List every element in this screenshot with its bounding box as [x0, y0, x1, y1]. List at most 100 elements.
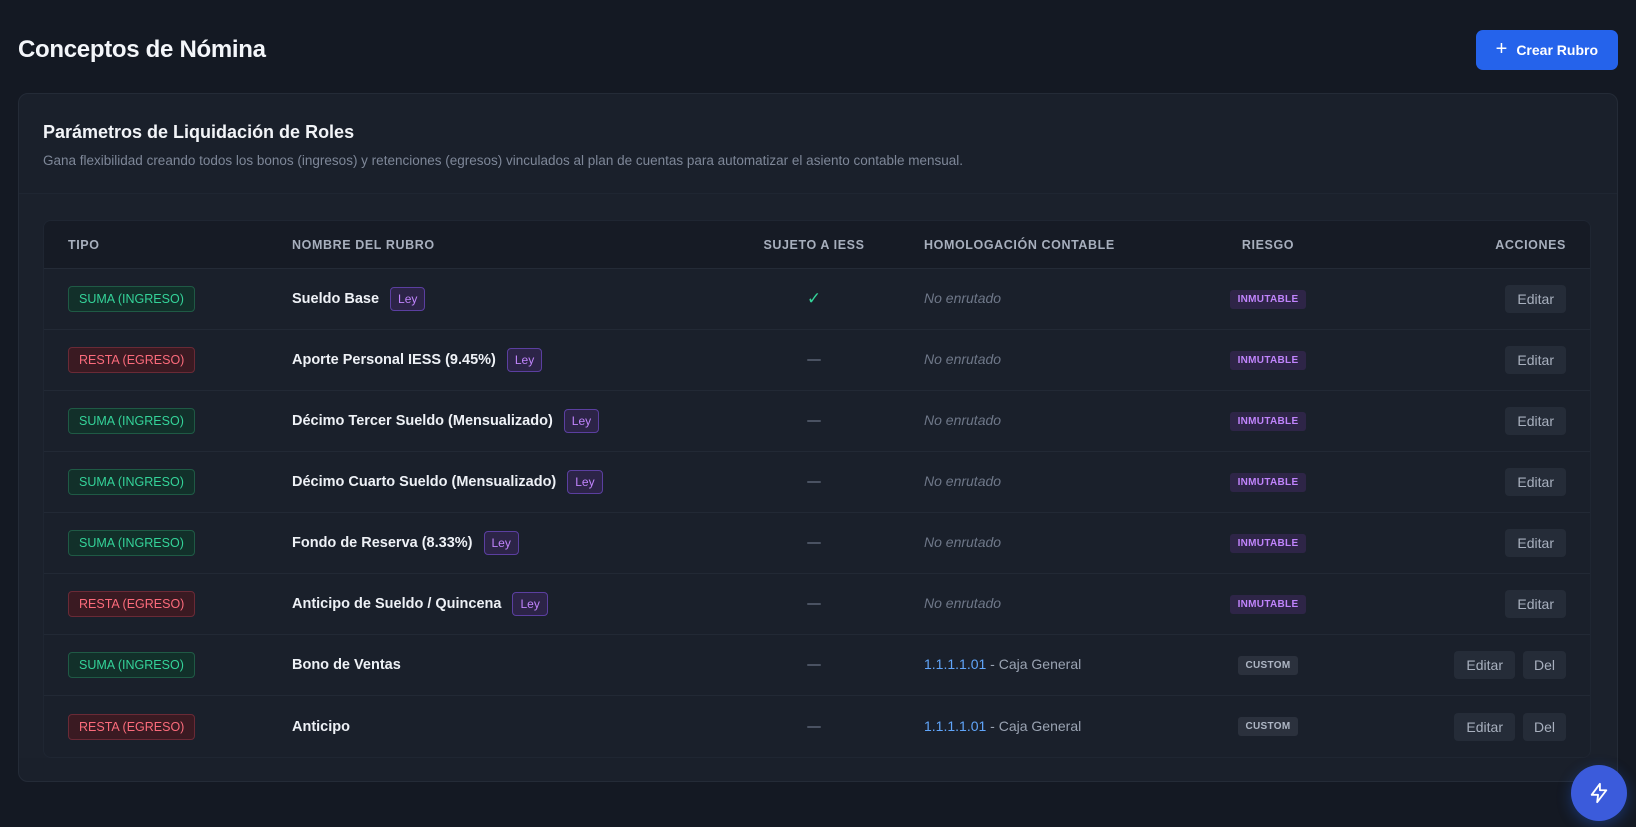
acciones-cell: Editar Del [1338, 712, 1590, 741]
riesgo-cell: INMUTABLE [1198, 350, 1338, 370]
ley-badge: Ley [567, 470, 603, 494]
plus-icon: + [1495, 38, 1508, 60]
card-header: Parámetros de Liquidación de Roles Gana … [19, 94, 1617, 194]
homologacion-cell: No enrutado [884, 290, 1198, 308]
page-header: Conceptos de Nómina + Crear Rubro [18, 29, 1618, 71]
edit-button[interactable]: Editar [1505, 285, 1566, 313]
ley-badge: Ley [512, 592, 548, 616]
lightning-icon [1590, 782, 1608, 804]
iess-cell [744, 359, 884, 361]
dash-icon [807, 725, 821, 728]
edit-button[interactable]: Editar [1454, 651, 1515, 679]
homologacion-cell: No enrutado [884, 595, 1198, 613]
col-acciones: ACCIONES [1495, 237, 1566, 252]
ley-badge: Ley [506, 348, 543, 372]
type-badge: SUMA (INGRESO) [68, 652, 195, 678]
riesgo-cell: CUSTOM [1198, 717, 1338, 736]
delete-button[interactable]: Del [1522, 651, 1566, 679]
account-name: - Caja General [986, 656, 1082, 672]
edit-button[interactable]: Editar [1505, 590, 1566, 618]
rubro-name: Décimo Tercer Sueldo (Mensualizado) [292, 413, 553, 429]
dash-icon [807, 481, 821, 483]
acciones-cell: Editar [1338, 529, 1590, 557]
col-homologacion: HOMOLOGACIÓN CONTABLE [924, 237, 1115, 252]
tipo-cell: RESTA (EGRESO) [44, 713, 292, 740]
table-row: SUMA (INGRESO) Décimo Tercer Sueldo (Mens… [44, 391, 1590, 452]
riesgo-cell: INMUTABLE [1198, 594, 1338, 614]
rubro-name: Anticipo de Sueldo / Quincena [292, 596, 502, 612]
edit-button[interactable]: Editar [1505, 529, 1566, 557]
not-routed-text: No enrutado [924, 412, 1002, 428]
tipo-cell: RESTA (EGRESO) [44, 347, 292, 373]
account-code-link[interactable]: 1.1.1.1.01 [924, 656, 986, 672]
iess-cell [744, 603, 884, 605]
type-badge: RESTA (EGRESO) [68, 347, 196, 373]
riesgo-cell: CUSTOM [1198, 655, 1338, 675]
risk-badge: INMUTABLE [1229, 411, 1307, 431]
table-row: RESTA (EGRESO) Anticipo de Sueldo / Quinc… [44, 574, 1590, 635]
tipo-cell: RESTA (EGRESO) [44, 591, 292, 617]
dash-icon [807, 542, 821, 544]
type-badge: RESTA (EGRESO) [68, 591, 196, 617]
table-row: SUMA (INGRESO) Fondo de Reserva (8.33%) Le… [44, 513, 1590, 574]
edit-button[interactable]: Editar [1454, 712, 1515, 741]
quick-action-button[interactable] [1571, 765, 1627, 821]
riesgo-cell: INMUTABLE [1198, 472, 1338, 492]
rubro-name: Anticipo [292, 718, 350, 735]
riesgo-cell: INMUTABLE [1198, 533, 1338, 553]
account-name: - Caja General [986, 717, 1082, 734]
table-body: SUMA (INGRESO) Sueldo Base Ley ✓ No enrutado… [44, 269, 1590, 757]
tipo-cell: SUMA (INGRESO) [44, 408, 292, 434]
tipo-cell: SUMA (INGRESO) [44, 286, 292, 312]
homologacion-cell: No enrutado [884, 534, 1198, 552]
edit-button[interactable]: Editar [1505, 468, 1566, 496]
rubro-name: Fondo de Reserva (8.33%) [292, 535, 473, 551]
dash-icon [807, 603, 821, 605]
edit-button[interactable]: Editar [1505, 346, 1566, 374]
riesgo-cell: INMUTABLE [1198, 289, 1338, 309]
rubro-name: Aporte Personal IESS (9.45%) [292, 352, 496, 368]
col-nombre: NOMBRE DEL RUBRO [292, 237, 435, 252]
riesgo-cell: INMUTABLE [1198, 411, 1338, 431]
tipo-cell: SUMA (INGRESO) [44, 530, 292, 556]
iess-cell [744, 481, 884, 483]
col-iess: SUJETO A IESS [763, 237, 865, 252]
iess-cell [744, 725, 884, 728]
nombre-cell: Fondo de Reserva (8.33%) Ley [292, 531, 744, 555]
nombre-cell: Anticipo [292, 719, 744, 735]
risk-badge: CUSTOM [1237, 655, 1299, 675]
rubro-name: Décimo Cuarto Sueldo (Mensualizado) [292, 474, 557, 490]
rubro-name: Sueldo Base [292, 291, 380, 307]
acciones-cell: Editar [1338, 285, 1590, 313]
nombre-cell: Décimo Tercer Sueldo (Mensualizado) Ley [292, 409, 744, 433]
nombre-cell: Aporte Personal IESS (9.45%) Ley [292, 348, 744, 372]
ley-badge: Ley [390, 287, 426, 311]
nombre-cell: Décimo Cuarto Sueldo (Mensualizado) Ley [292, 470, 744, 494]
delete-button[interactable]: Del [1522, 712, 1566, 741]
not-routed-text: No enrutado [924, 534, 1002, 550]
edit-button[interactable]: Editar [1505, 407, 1566, 435]
ley-badge: Ley [483, 531, 519, 555]
table-header: TIPO NOMBRE DEL RUBRO SUJETO A IESS HOMO… [44, 221, 1590, 269]
acciones-cell: Editar Del [1338, 651, 1590, 679]
check-icon: ✓ [806, 289, 822, 308]
homologacion-cell: 1.1.1.1.01 - Caja General [884, 718, 1198, 736]
type-badge: SUMA (INGRESO) [68, 469, 195, 495]
nombre-cell: Anticipo de Sueldo / Quincena Ley [292, 592, 744, 616]
account-code-link[interactable]: 1.1.1.1.01 [924, 718, 986, 734]
col-tipo: TIPO [68, 237, 100, 252]
acciones-cell: Editar [1338, 407, 1590, 435]
homologacion-cell: No enrutado [884, 412, 1198, 430]
not-routed-text: No enrutado [924, 351, 1002, 367]
table-row: SUMA (INGRESO) Sueldo Base Ley ✓ No enrutado… [44, 269, 1590, 330]
type-badge: SUMA (INGRESO) [68, 530, 195, 556]
acciones-cell: Editar [1338, 468, 1590, 496]
risk-badge: INMUTABLE [1229, 533, 1307, 553]
settings-card: Parámetros de Liquidación de Roles Gana … [18, 93, 1618, 782]
iess-cell [744, 542, 884, 544]
dash-icon [807, 664, 821, 666]
create-rubro-button[interactable]: + Crear Rubro [1475, 30, 1618, 70]
ley-badge: Ley [563, 409, 600, 433]
iess-cell [744, 420, 884, 422]
table-row: RESTA (EGRESO) Aporte Personal IESS (9.45… [44, 330, 1590, 391]
